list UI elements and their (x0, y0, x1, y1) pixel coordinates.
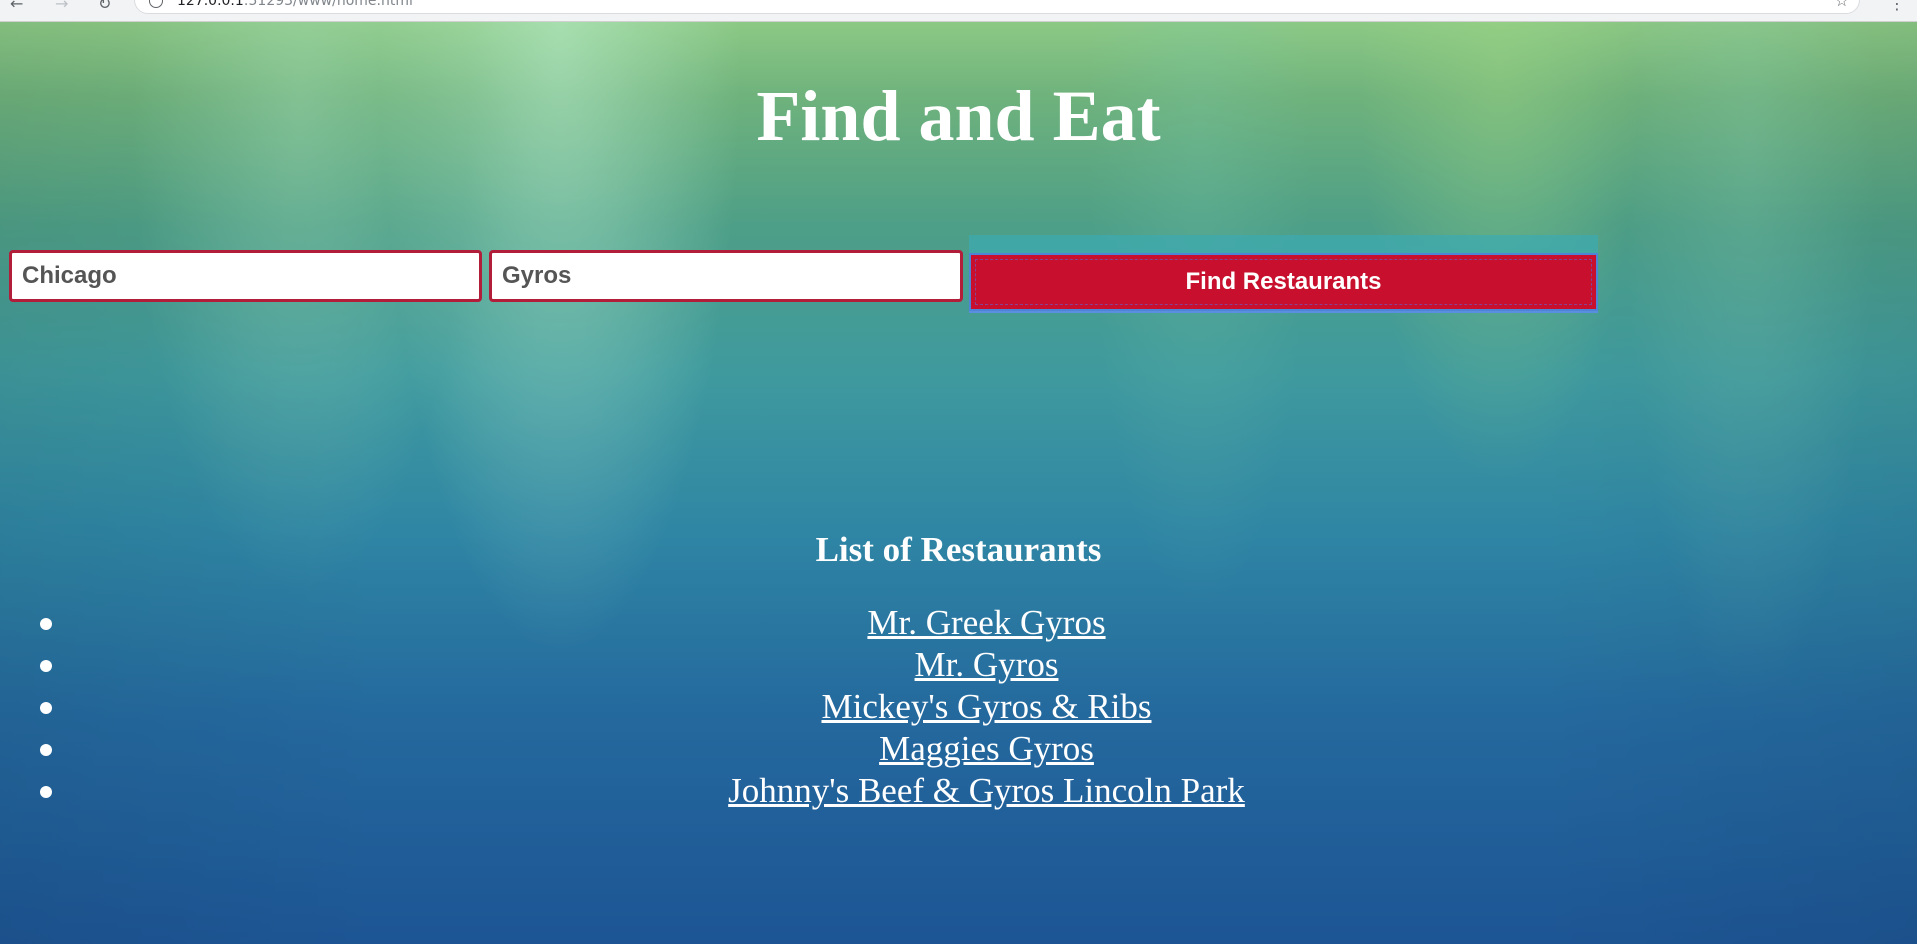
bullet-icon (40, 786, 52, 798)
page-body: Find and Eat Find Restaurants List of Re… (0, 22, 1917, 944)
find-restaurants-button[interactable]: Find Restaurants (969, 253, 1598, 311)
restaurant-link[interactable]: Mickey's Gyros & Ribs (821, 687, 1151, 726)
restaurant-list: Mr. Greek Gyros Mr. Gyros Mickey's Gyros… (0, 602, 1917, 812)
results-heading: List of Restaurants (815, 530, 1102, 569)
list-item: Johnny's Beef & Gyros Lincoln Park (0, 770, 1917, 812)
info-icon[interactable] (149, 0, 163, 8)
city-input[interactable] (9, 250, 482, 302)
search-form: Find Restaurants (0, 227, 1917, 313)
bullet-icon (40, 702, 52, 714)
bullet-icon (40, 660, 52, 672)
bullet-icon (40, 618, 52, 630)
bookmark-star-icon[interactable]: ☆ (1835, 0, 1849, 13)
list-item: Mr. Greek Gyros (0, 602, 1917, 644)
kebab-menu-icon[interactable]: ⋮ (1889, 0, 1905, 13)
bullet-icon (40, 744, 52, 756)
list-item: Mr. Gyros (0, 644, 1917, 686)
reload-icon[interactable]: ↻ (98, 0, 111, 13)
browser-toolbar: ← → ↻ 127.0.0.1:51293/www/home.html ☆ ⋮ (0, 0, 1917, 22)
list-item: Mickey's Gyros & Ribs (0, 686, 1917, 728)
find-button-highlight: Find Restaurants (969, 235, 1598, 313)
food-input[interactable] (489, 250, 963, 302)
page-title: Find and Eat (756, 76, 1161, 156)
url-host: 127.0.0.1 (177, 0, 244, 9)
restaurant-link[interactable]: Johnny's Beef & Gyros Lincoln Park (728, 771, 1245, 810)
url-path: :51293/www/home.html (243, 0, 413, 9)
list-item: Maggies Gyros (0, 728, 1917, 770)
back-arrow-icon[interactable]: ← (10, 0, 23, 13)
restaurant-link[interactable]: Mr. Gyros (915, 645, 1059, 684)
restaurant-link[interactable]: Mr. Greek Gyros (867, 603, 1105, 642)
forward-arrow-icon[interactable]: → (55, 0, 68, 13)
restaurant-link[interactable]: Maggies Gyros (879, 729, 1094, 768)
address-bar[interactable]: 127.0.0.1:51293/www/home.html ☆ (134, 0, 1860, 14)
